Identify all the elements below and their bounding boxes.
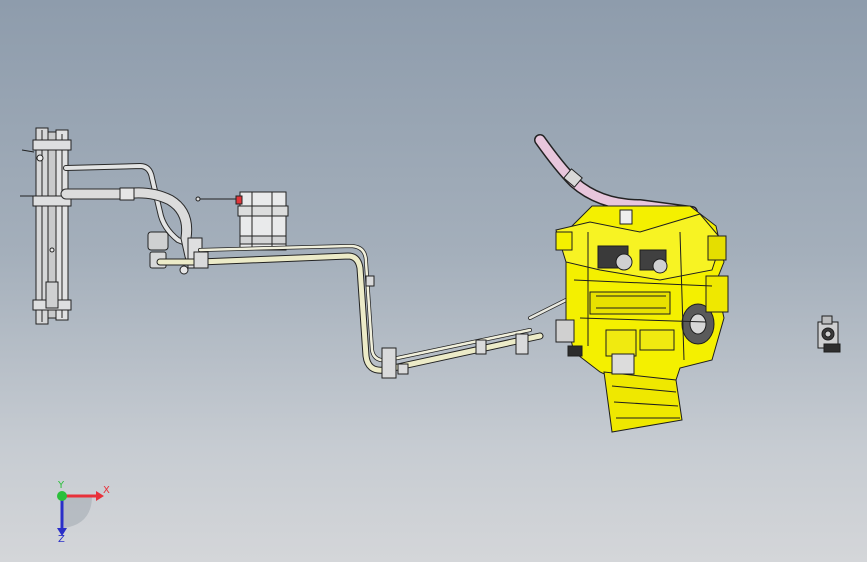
cad-model-view[interactable] (0, 0, 867, 562)
x-axis-label: X (103, 485, 110, 496)
y-axis-marker (57, 491, 67, 501)
main-liquid-lines[interactable] (156, 244, 568, 374)
small-bracket-part[interactable] (817, 315, 841, 353)
z-axis-label: Z (58, 534, 65, 545)
view-triad: X Z Y (57, 480, 110, 545)
receiver-drier[interactable] (195, 191, 289, 251)
left-frame-assembly[interactable] (20, 127, 72, 325)
upper-refrigerant-lines[interactable] (60, 163, 201, 262)
hvac-module[interactable] (555, 205, 729, 433)
graphics-viewport[interactable]: X Z Y (0, 0, 867, 562)
drain-hose[interactable] (534, 134, 698, 218)
y-axis-label: Y (57, 480, 65, 491)
